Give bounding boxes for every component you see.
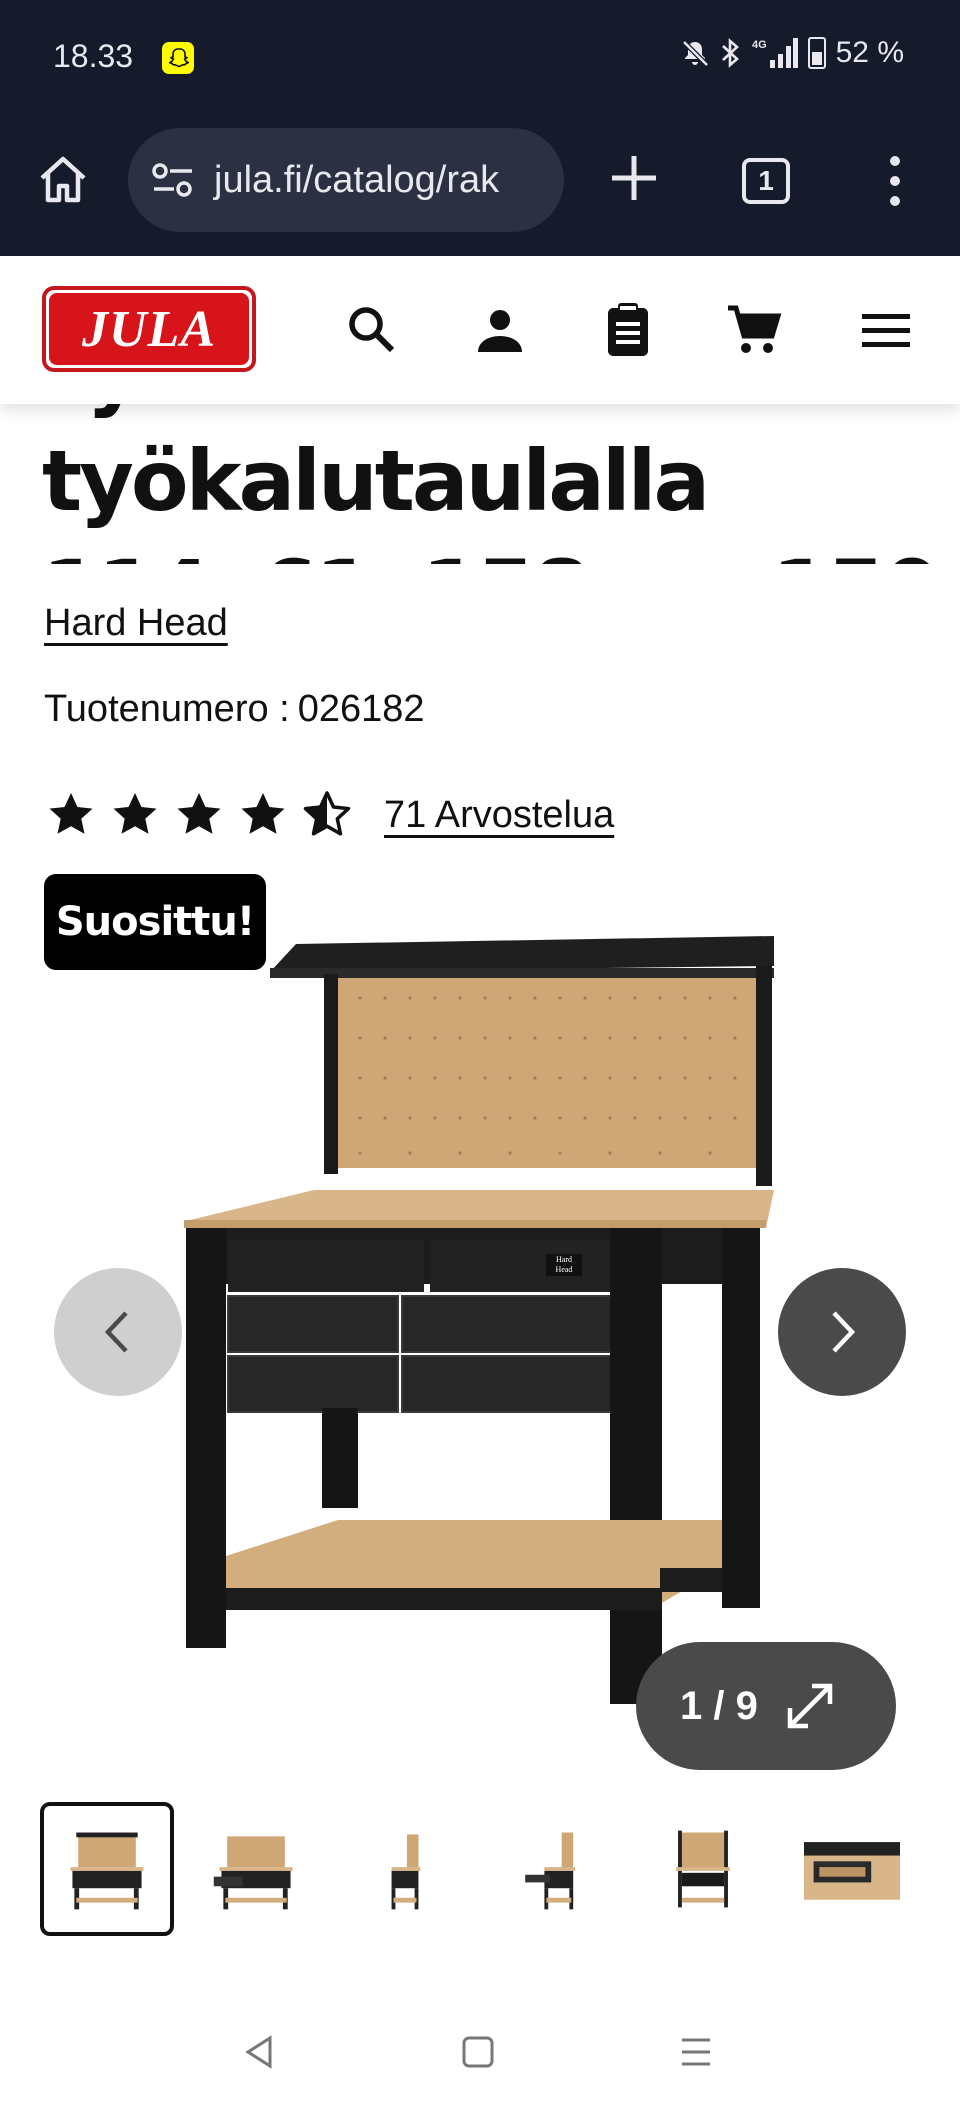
product-number-value: 026182 [297, 688, 425, 730]
reviews-link[interactable]: 71 Arvostelua [384, 794, 614, 837]
site-settings-icon[interactable] [150, 160, 196, 200]
svg-text:Hard: Hard [556, 1255, 572, 1264]
chevron-left-icon [104, 1311, 128, 1353]
search-icon[interactable] [340, 298, 404, 362]
rating-stars[interactable] [46, 790, 352, 840]
product-title-area: Työtaso työkalutaulalla 114x61x158 cm 15… [0, 404, 960, 564]
gallery-prev-button[interactable] [54, 1268, 182, 1396]
site-header: JULA [0, 256, 960, 404]
product-image[interactable]: Hard Head [170, 928, 790, 1728]
snapchat-notification-icon [162, 42, 194, 74]
star-half-icon [303, 791, 351, 836]
gallery-counter-text: 1 / 9 [680, 1683, 758, 1728]
fullscreen-expand-icon[interactable] [784, 1680, 836, 1732]
svg-text:Head: Head [556, 1265, 573, 1274]
gallery-next-button[interactable] [778, 1268, 906, 1396]
gallery-counter[interactable]: 1 / 9 [636, 1642, 896, 1770]
mute-icon [681, 40, 709, 67]
status-time: 18.33 [53, 38, 134, 74]
tab-count: 1 [758, 165, 774, 196]
product-number: Tuotenumero :026182 [44, 688, 425, 731]
cart-icon[interactable] [722, 298, 786, 362]
battery-icon [807, 37, 826, 69]
address-bar[interactable]: jula.fi/catalog/rak [128, 128, 564, 232]
product-title-line1: Työtaso työkalutaulalla [42, 404, 710, 530]
system-nav-bar [0, 2000, 960, 2112]
star-full-icon [241, 793, 285, 834]
jula-logo[interactable]: JULA [42, 286, 256, 372]
home-icon[interactable] [34, 150, 92, 208]
logo-text: JULA [49, 293, 249, 365]
tab-switcher-button[interactable]: 1 [742, 158, 790, 204]
hamburger-menu-icon[interactable] [854, 298, 918, 362]
new-tab-icon[interactable] [608, 152, 660, 204]
account-icon[interactable] [468, 298, 532, 362]
url-text: jula.fi/catalog/rak [214, 158, 500, 201]
svg-text:4G: 4G [752, 39, 767, 51]
shopping-list-icon[interactable] [596, 298, 660, 362]
battery-percent: 52 % [835, 36, 904, 69]
thumbnail-6[interactable] [785, 1802, 919, 1936]
product-number-label: Tuotenumero : [44, 688, 290, 730]
bluetooth-icon [721, 38, 739, 68]
star-full-icon [177, 793, 221, 834]
chevron-right-icon [832, 1311, 856, 1353]
thumbnail-strip [40, 1802, 920, 1936]
thumbnail-1[interactable] [40, 1802, 174, 1936]
product-title-line2: 114x61x158 cm 150 kg [42, 542, 941, 564]
thumbnail-5[interactable] [636, 1802, 770, 1936]
recents-nav-icon[interactable] [676, 2032, 716, 2072]
thumbnail-3[interactable] [338, 1802, 472, 1936]
thumbnail-4[interactable] [487, 1802, 621, 1936]
signal-4g-icon: 4G [752, 38, 798, 68]
product-title: Työtaso työkalutaulalla 114x61x158 cm 15… [42, 404, 942, 564]
brand-link[interactable]: Hard Head [44, 602, 228, 645]
thumbnail-2[interactable] [189, 1802, 323, 1936]
home-nav-icon[interactable] [458, 2032, 498, 2072]
more-menu-icon[interactable] [880, 154, 910, 208]
status-icons: 4G 52 % [680, 36, 904, 70]
star-full-icon [49, 793, 93, 834]
back-nav-icon[interactable] [240, 2032, 280, 2072]
browser-chrome: 18.33 4G 52 % jula.fi/catalog/rak 1 [0, 0, 960, 256]
star-full-icon [113, 793, 157, 834]
